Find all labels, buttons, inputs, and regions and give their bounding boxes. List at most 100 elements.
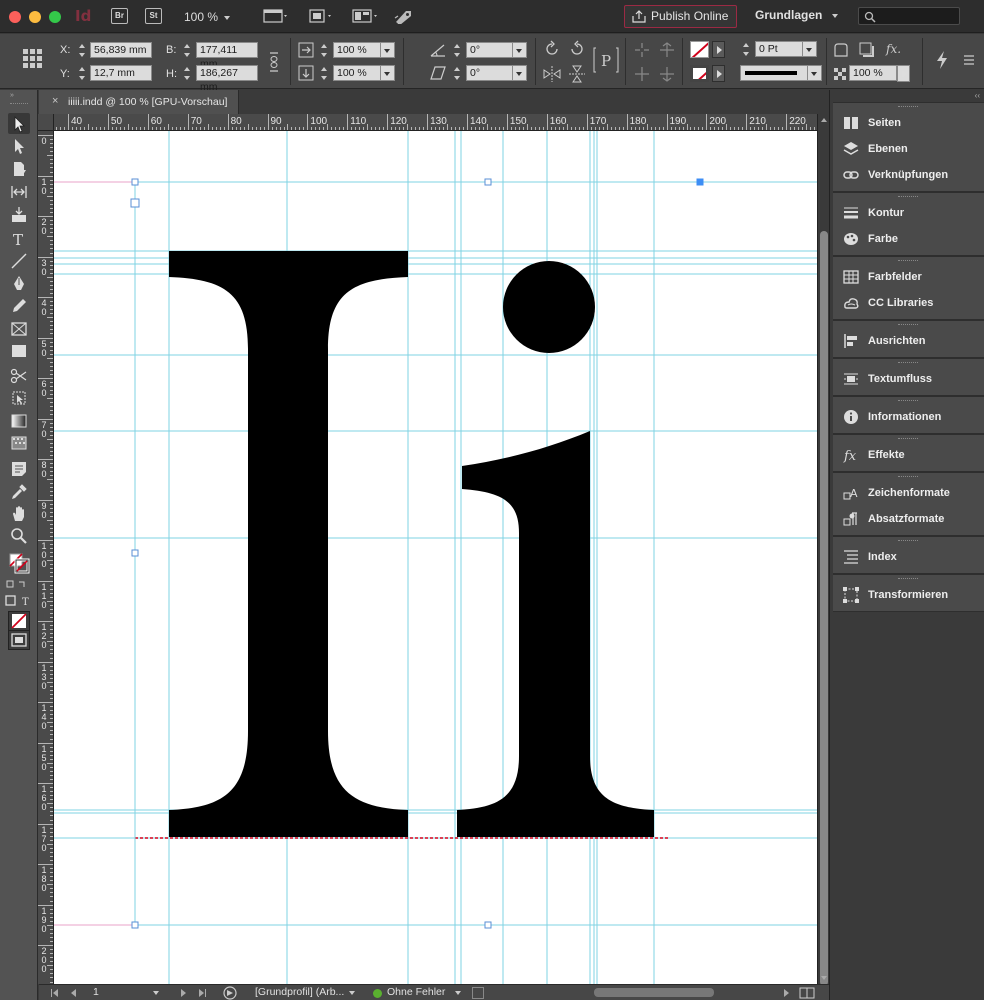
panel-textumfluss[interactable]: Textumfluss (833, 367, 984, 391)
split-window-icon[interactable] (799, 987, 815, 999)
paragraph-composer-icon[interactable]: P (593, 47, 619, 73)
frame-handle-top-center[interactable] (484, 178, 492, 186)
formatting-affects-container-icon[interactable]: T (5, 595, 35, 607)
panel-group-grip[interactable] (898, 400, 918, 402)
rectangle-tool[interactable] (8, 340, 30, 361)
quick-apply-icon[interactable] (935, 50, 949, 70)
drop-shadow-icon[interactable] (859, 42, 875, 58)
pencil-tool[interactable] (8, 295, 30, 316)
fill-swatch-menu-button[interactable] (712, 41, 725, 58)
panel-group-grip[interactable] (898, 476, 918, 478)
panel-farbfelder[interactable]: Farbfelder (833, 265, 984, 289)
scroll-down-arrow[interactable] (821, 976, 827, 980)
scroll-up-arrow[interactable] (821, 118, 827, 122)
gradient-feather-tool[interactable] (8, 432, 30, 453)
horizontal-scroll-thumb[interactable] (594, 988, 714, 997)
apply-none-button[interactable] (8, 611, 30, 631)
eyedropper-tool[interactable] (8, 481, 30, 502)
stroke-weight-field[interactable]: 0 Pt (755, 41, 803, 57)
select-previous-object-icon[interactable] (658, 42, 676, 58)
rotation-dropdown[interactable] (513, 42, 527, 58)
default-swap-icon[interactable] (6, 580, 32, 592)
direct-selection-tool[interactable] (8, 135, 30, 156)
select-content-icon[interactable] (634, 66, 650, 82)
zoom-tool[interactable] (8, 525, 30, 546)
panel-zeichenformate[interactable]: A Zeichenformate (833, 481, 984, 505)
glyph-i-dot[interactable] (503, 261, 595, 353)
line-tool[interactable] (8, 250, 30, 271)
panel-transformieren[interactable]: Transformieren (833, 583, 984, 607)
x-position-stepper[interactable] (76, 42, 88, 59)
page-number-field[interactable]: 1 (93, 986, 99, 998)
stroke-weight-dropdown[interactable] (803, 41, 817, 57)
tools-collapse-icon[interactable]: » (10, 92, 14, 99)
close-window-button[interactable] (9, 11, 21, 23)
panel-farbe[interactable]: Farbe (833, 227, 984, 251)
select-container-icon[interactable] (634, 42, 650, 58)
shear-dropdown[interactable] (513, 65, 527, 81)
stock-button[interactable]: St (145, 8, 162, 24)
next-page-button[interactable] (181, 989, 186, 997)
corner-options-icon[interactable] (833, 42, 849, 58)
previous-page-button[interactable] (71, 989, 76, 997)
gradient-swatch-tool[interactable] (8, 410, 30, 431)
panel-cc-libraries[interactable]: CC Libraries (833, 291, 984, 315)
panel-group-grip[interactable] (898, 540, 918, 542)
arrange-documents-icon[interactable] (352, 8, 380, 24)
horizontal-ruler[interactable]: 40 50 60 70 80 90 100 110 120 130 140 150 160 170 180 1… (54, 114, 817, 131)
panel-group-grip[interactable] (898, 438, 918, 440)
opacity-field[interactable]: 100 % (849, 65, 897, 81)
scissors-tool[interactable] (8, 365, 30, 386)
reference-point-icon[interactable] (22, 48, 44, 70)
scale-x-dropdown[interactable] (381, 42, 395, 58)
frame-handle-bottom-left[interactable] (131, 921, 139, 929)
panel-ausrichten[interactable]: Ausrichten (833, 329, 984, 353)
glyph-lowercase-i[interactable] (457, 431, 654, 837)
selection-tool[interactable] (8, 113, 30, 134)
preflight-profile[interactable]: [Grundprofil] (Arb... (255, 986, 344, 998)
hand-tool[interactable] (8, 503, 30, 524)
opacity-menu-button[interactable] (897, 65, 910, 82)
panel-kontur[interactable]: Kontur (833, 201, 984, 225)
pen-tool[interactable] (8, 273, 30, 294)
height-stepper[interactable] (181, 65, 193, 82)
document-canvas[interactable] (54, 131, 817, 984)
select-next-object-icon[interactable] (658, 66, 676, 82)
gap-tool[interactable] (8, 181, 30, 202)
height-field[interactable]: 186,267 mm (196, 65, 258, 93)
shear-stepper[interactable] (451, 65, 463, 82)
panel-group-grip[interactable] (898, 324, 918, 326)
panel-group-grip[interactable] (898, 260, 918, 262)
flip-horizontal-icon[interactable] (543, 65, 561, 83)
preflight-status[interactable]: Ohne Fehler (387, 986, 445, 998)
last-page-button[interactable] (199, 989, 204, 997)
vertical-scrollbar[interactable] (817, 114, 829, 986)
panel-informationen[interactable]: Informationen (833, 405, 984, 429)
rotation-stepper[interactable] (451, 42, 463, 59)
panel-absatzformate[interactable]: Absatzformate (833, 507, 984, 531)
screen-mode-icon[interactable] (307, 8, 333, 24)
stroke-swatch[interactable] (690, 65, 709, 82)
preflight-menu-dropdown[interactable] (455, 991, 461, 995)
panel-group-grip[interactable] (898, 578, 918, 580)
effects-fx-icon[interactable]: fx. (885, 41, 905, 57)
type-tool[interactable]: T (8, 228, 30, 249)
frame-handle-middle-left[interactable] (131, 549, 139, 557)
frame-handle-top-right[interactable] (696, 178, 704, 186)
preflight-profile-dropdown[interactable] (349, 991, 355, 995)
vertical-scroll-thumb[interactable] (820, 231, 828, 986)
page-number-dropdown[interactable] (153, 991, 159, 995)
frame-handle-bottom-center[interactable] (484, 921, 492, 929)
flip-vertical-icon[interactable] (568, 65, 586, 83)
ruler-origin[interactable] (38, 114, 54, 131)
panel-verkn-pfungen[interactable]: Verknüpfungen (833, 163, 984, 187)
workspace-switcher[interactable]: Grundlagen (755, 8, 839, 22)
bridge-button[interactable]: Br (111, 8, 128, 24)
fill-stroke-selector[interactable] (8, 552, 30, 574)
rotate-counterclockwise-icon[interactable] (568, 40, 586, 58)
width-stepper[interactable] (181, 42, 193, 59)
frame-in-port[interactable] (130, 198, 140, 208)
width-field[interactable]: 177,411 mm (196, 42, 258, 70)
constrain-proportions-icon[interactable] (266, 52, 282, 72)
panel-effekte[interactable]: fx Effekte (833, 443, 984, 467)
